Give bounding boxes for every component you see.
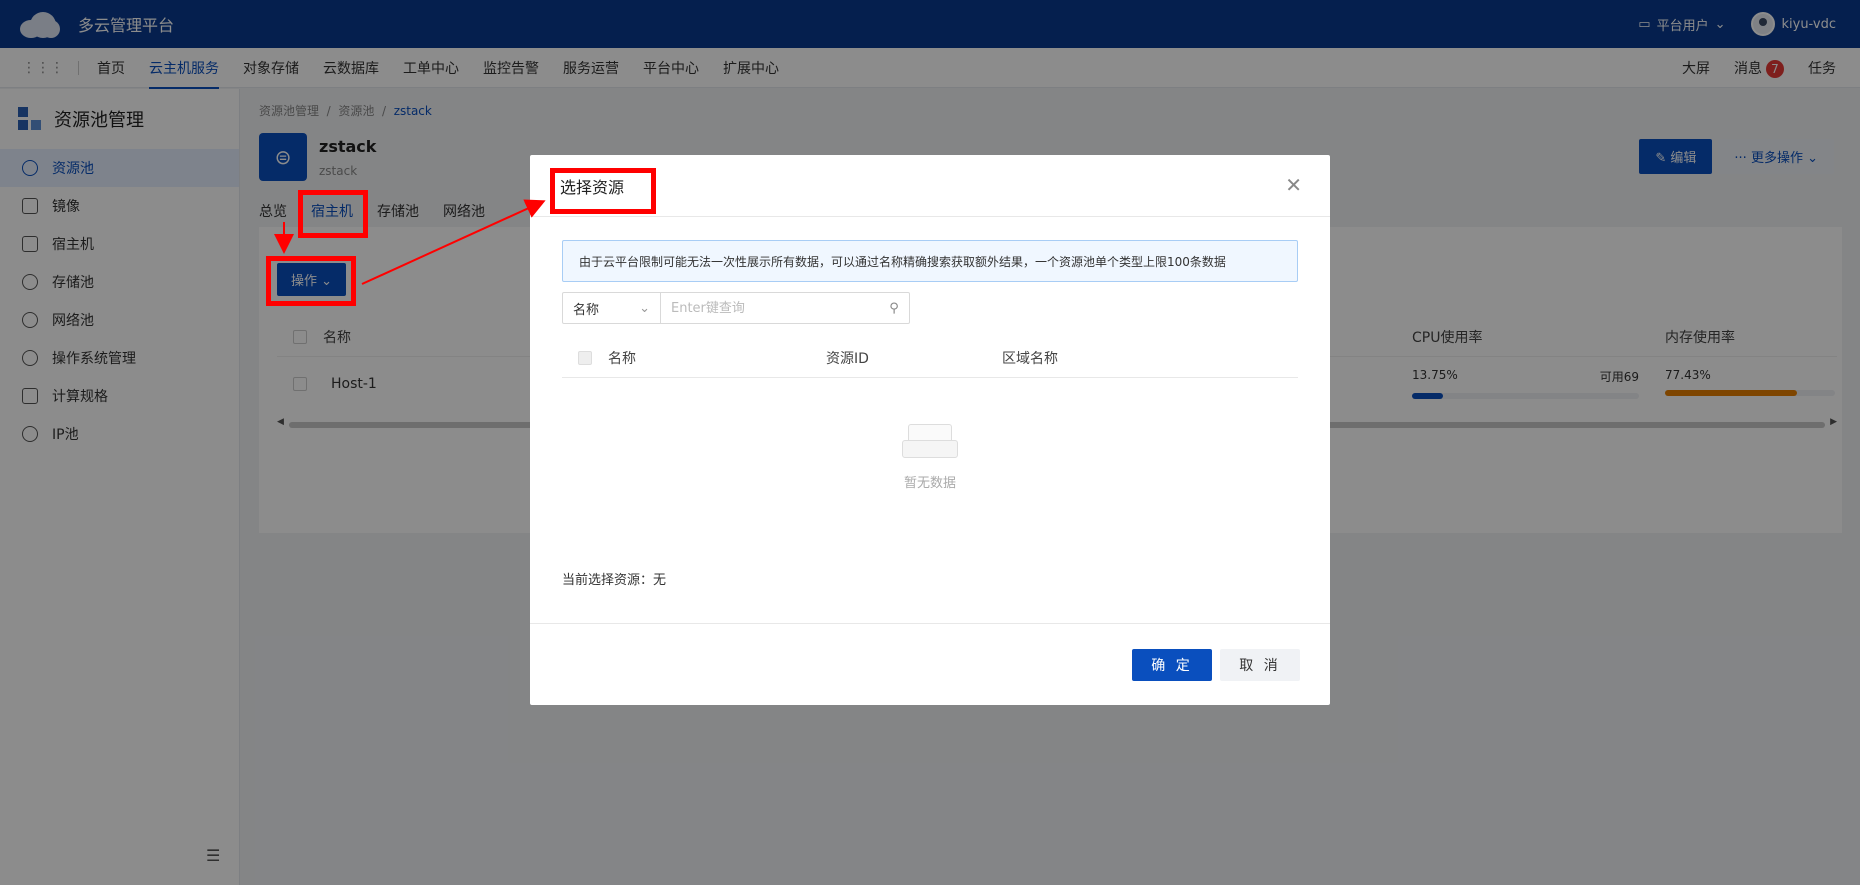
select-all-checkbox[interactable]	[578, 350, 592, 365]
column-name: 名称	[608, 350, 636, 367]
search-field-value: 名称	[573, 302, 600, 318]
search-icon[interactable]: ⚲	[879, 301, 909, 316]
highlight-operation-button	[266, 256, 356, 306]
highlight-hosts-tab	[298, 190, 368, 238]
info-notice: 由于云平台限制可能无法一次性展示所有数据，可以通过名称精确搜索获取额外结果，一个…	[562, 240, 1298, 282]
cancel-button[interactable]: 取 消	[1220, 649, 1300, 681]
highlight-dialog-title	[550, 168, 656, 214]
confirm-button[interactable]: 确 定	[1132, 649, 1212, 681]
dialog-footer-divider	[530, 623, 1330, 624]
search-bar: 名称 ⌄ ⚲	[562, 292, 910, 324]
column-region-name: 区域名称	[1002, 350, 1058, 367]
search-field-select[interactable]: 名称 ⌄	[563, 293, 661, 323]
close-icon[interactable]: ✕	[1285, 173, 1302, 197]
empty-text: 暂无数据	[903, 476, 956, 491]
chevron-down-icon: ⌄	[639, 300, 650, 316]
empty-tray-icon	[902, 420, 958, 460]
notice-text: 由于云平台限制可能无法一次性展示所有数据，可以通过名称精确搜索获取额外结果，一个…	[579, 254, 1226, 269]
current-selection: 当前选择资源：无	[562, 573, 667, 588]
empty-state: 暂无数据	[530, 420, 1330, 491]
search-input[interactable]	[661, 293, 879, 323]
select-resource-dialog: 选择资源 ✕ 由于云平台限制可能无法一次性展示所有数据，可以通过名称精确搜索获取…	[530, 155, 1330, 705]
resource-table-header: 名称 资源ID 区域名称	[562, 338, 1298, 378]
column-resource-id: 资源ID	[826, 350, 869, 367]
